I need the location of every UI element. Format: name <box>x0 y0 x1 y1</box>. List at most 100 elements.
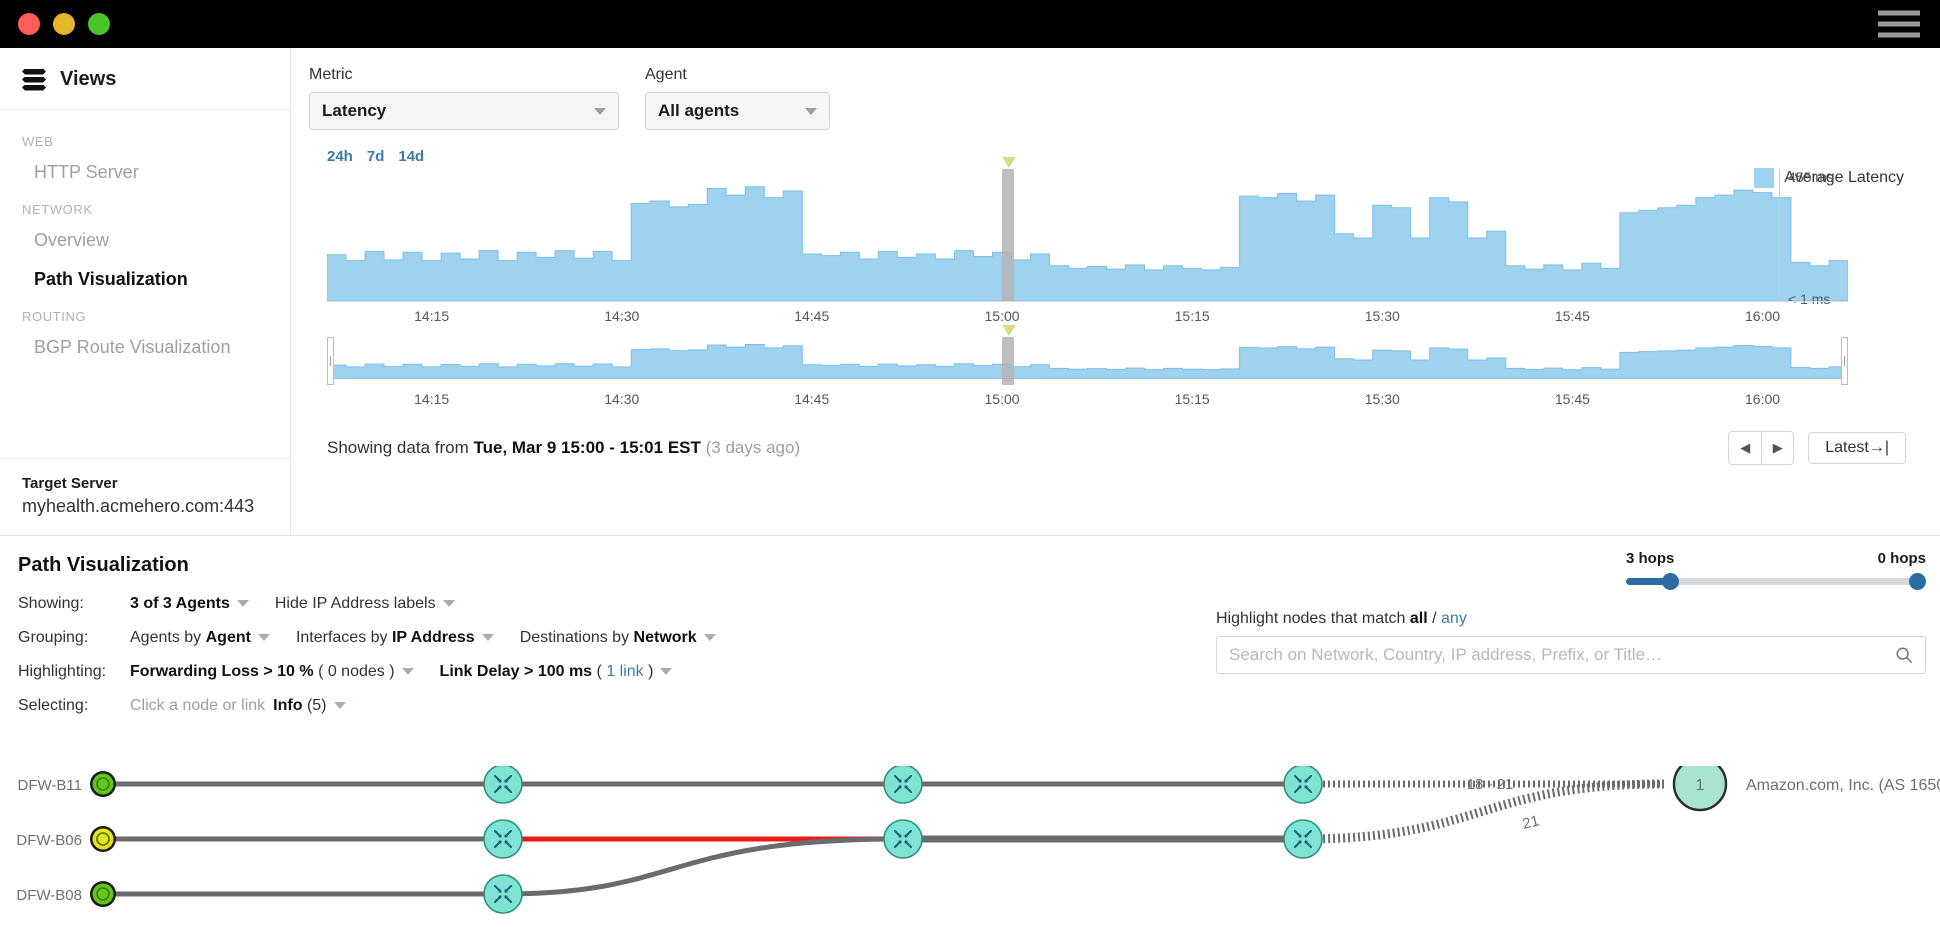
window-titlebar <box>0 0 1940 48</box>
chart-main-area[interactable]: 455 ms < 1 ms <box>327 169 1848 301</box>
group-interfaces-value: IP Address <box>392 629 475 646</box>
interface-node[interactable] <box>1284 820 1322 858</box>
chevron-down-icon <box>443 600 455 607</box>
sidebar-item-bgp-route-visualization[interactable]: BGP Route Visualization <box>0 328 290 367</box>
interface-node[interactable] <box>1284 766 1322 803</box>
interface-node[interactable] <box>884 766 922 803</box>
link-delay-value: Link Delay > 100 ms <box>440 663 593 680</box>
slider-knob-left[interactable] <box>1662 573 1679 590</box>
highlight-match-label: Highlight nodes that match all / any <box>1216 610 1926 628</box>
minimap-area-svg <box>327 337 1848 379</box>
search-box[interactable] <box>1216 636 1926 674</box>
prev-button[interactable]: ◀ <box>1729 432 1761 464</box>
app-shell: Views WEB HTTP Server NETWORK Overview P… <box>0 48 1940 535</box>
main-top-panel: Metric Latency Agent All agents 24h 7d 1… <box>291 48 1940 535</box>
zoom-button[interactable] <box>88 13 110 35</box>
hops-right-label: 0 hops <box>1878 550 1926 567</box>
group-interfaces-dropdown[interactable]: Interfaces by IP Address <box>296 629 494 647</box>
target-server-block: Target Server myhealth.acmehero.com:443 <box>0 458 290 535</box>
agent-select[interactable]: All agents <box>645 92 830 130</box>
agents-count-dropdown[interactable]: 3 of 3 Agents <box>130 595 249 613</box>
path-link-curved[interactable] <box>503 839 903 894</box>
selecting-hint: Click a node or link <box>130 697 265 715</box>
chevron-down-icon <box>334 702 346 709</box>
interface-node-circle[interactable] <box>884 766 922 803</box>
minimap-cursor-flag <box>1002 325 1016 336</box>
next-button[interactable]: ▶ <box>1761 432 1793 464</box>
chevron-down-icon <box>402 668 414 675</box>
interface-node-circle[interactable] <box>1284 766 1322 803</box>
x-axis-tick: 14:30 <box>604 308 639 324</box>
chart-minimap[interactable] <box>327 337 1848 385</box>
latest-button[interactable]: Latest→| <box>1808 432 1906 464</box>
agent-node[interactable] <box>93 829 114 850</box>
metric-select[interactable]: Latency <box>309 92 619 130</box>
link-delay-dropdown[interactable]: Link Delay > 100 ms ( 1 link ) <box>440 663 673 681</box>
sidebar-item-http-server[interactable]: HTTP Server <box>0 153 290 192</box>
link-label-hops: 21 <box>1521 812 1541 833</box>
sidebar-item-path-visualization[interactable]: Path Visualization <box>0 260 290 299</box>
group-destinations-dropdown[interactable]: Destinations by Network <box>520 629 716 647</box>
interface-node-circle[interactable] <box>884 820 922 858</box>
time-cursor-flag <box>1002 157 1016 168</box>
agents-count-value: 3 of 3 Agents <box>130 595 230 612</box>
x-axis-tick: 15:00 <box>984 308 1019 324</box>
slider-knob-right[interactable] <box>1909 573 1926 590</box>
close-button[interactable] <box>18 13 40 35</box>
interface-node-circle[interactable] <box>1284 820 1322 858</box>
highlighting-key: Highlighting: <box>18 663 130 681</box>
agent-label: DFW-B06 <box>16 832 82 849</box>
showing-ago: (3 days ago) <box>706 438 801 457</box>
group-interfaces-prefix: Interfaces by <box>296 629 392 646</box>
minimap-handle-right[interactable] <box>1841 337 1848 385</box>
hamburger-icon[interactable] <box>1878 11 1920 38</box>
chevron-down-icon <box>482 634 494 641</box>
range-24h[interactable]: 24h <box>327 148 353 165</box>
agent-node[interactable] <box>93 774 114 795</box>
minimap-x-axis: 14:1514:3014:4515:0015:1515:3015:4516:00 <box>327 385 1848 415</box>
info-dropdown[interactable]: Info (5) <box>273 697 345 715</box>
x-axis-tick: 15:00 <box>984 391 1019 407</box>
minimap-handle-left[interactable] <box>327 337 334 385</box>
x-axis-tick: 15:15 <box>1175 391 1210 407</box>
x-axis-tick: 16:00 <box>1745 391 1780 407</box>
chevron-down-icon <box>660 668 672 675</box>
interface-node-circle[interactable] <box>484 766 522 803</box>
sidebar-item-overview[interactable]: Overview <box>0 221 290 260</box>
interface-node[interactable] <box>484 820 522 858</box>
interface-node-circle[interactable] <box>484 875 522 913</box>
nav-group-network: NETWORK <box>0 192 290 221</box>
link-delay-count-link[interactable]: 1 link <box>606 663 643 680</box>
agent-node[interactable] <box>93 884 114 905</box>
metric-value: Latency <box>322 101 386 121</box>
chevron-down-icon <box>594 108 606 115</box>
ip-labels-dropdown[interactable]: Hide IP Address labels <box>275 595 455 613</box>
range-14d[interactable]: 14d <box>398 148 424 165</box>
interface-node-circle[interactable] <box>484 820 522 858</box>
interface-node[interactable] <box>884 820 922 858</box>
interface-node[interactable] <box>484 766 522 803</box>
path-graph[interactable]: 18 - 2121DFW-B11DFW-B06DFW-B081Amazon.co… <box>0 766 1940 928</box>
group-agents-dropdown[interactable]: Agents by Agent <box>130 629 270 647</box>
search-input[interactable] <box>1217 637 1925 673</box>
minimize-button[interactable] <box>53 13 75 35</box>
sidebar-title: Views <box>60 68 116 91</box>
chart-y-axis-line <box>1779 169 1780 301</box>
minimap-time-cursor[interactable] <box>1002 337 1014 385</box>
forwarding-loss-dropdown[interactable]: Forwarding Loss > 10 % ( 0 nodes ) <box>130 663 414 681</box>
time-nav-buttons: ◀ ▶ <box>1728 431 1794 465</box>
x-axis-tick: 15:30 <box>1365 308 1400 324</box>
match-all-option[interactable]: all <box>1410 610 1428 627</box>
time-cursor[interactable] <box>1002 169 1014 301</box>
hops-slider-group: 3 hops 0 hops <box>1626 550 1926 589</box>
target-server-value: myhealth.acmehero.com:443 <box>22 496 268 517</box>
latency-chart: 455 ms < 1 ms 14:1514:3014:4515:0015:151… <box>309 169 1916 415</box>
info-count: (5) <box>307 697 327 714</box>
match-any-option[interactable]: any <box>1441 610 1467 627</box>
interface-node[interactable] <box>484 875 522 913</box>
range-7d[interactable]: 7d <box>367 148 385 165</box>
showing-range: Tue, Mar 9 15:00 - 15:01 EST <box>473 438 700 457</box>
x-axis-tick: 15:45 <box>1555 308 1590 324</box>
selector-row: Metric Latency Agent All agents <box>309 66 1916 130</box>
hops-slider[interactable] <box>1626 573 1926 589</box>
